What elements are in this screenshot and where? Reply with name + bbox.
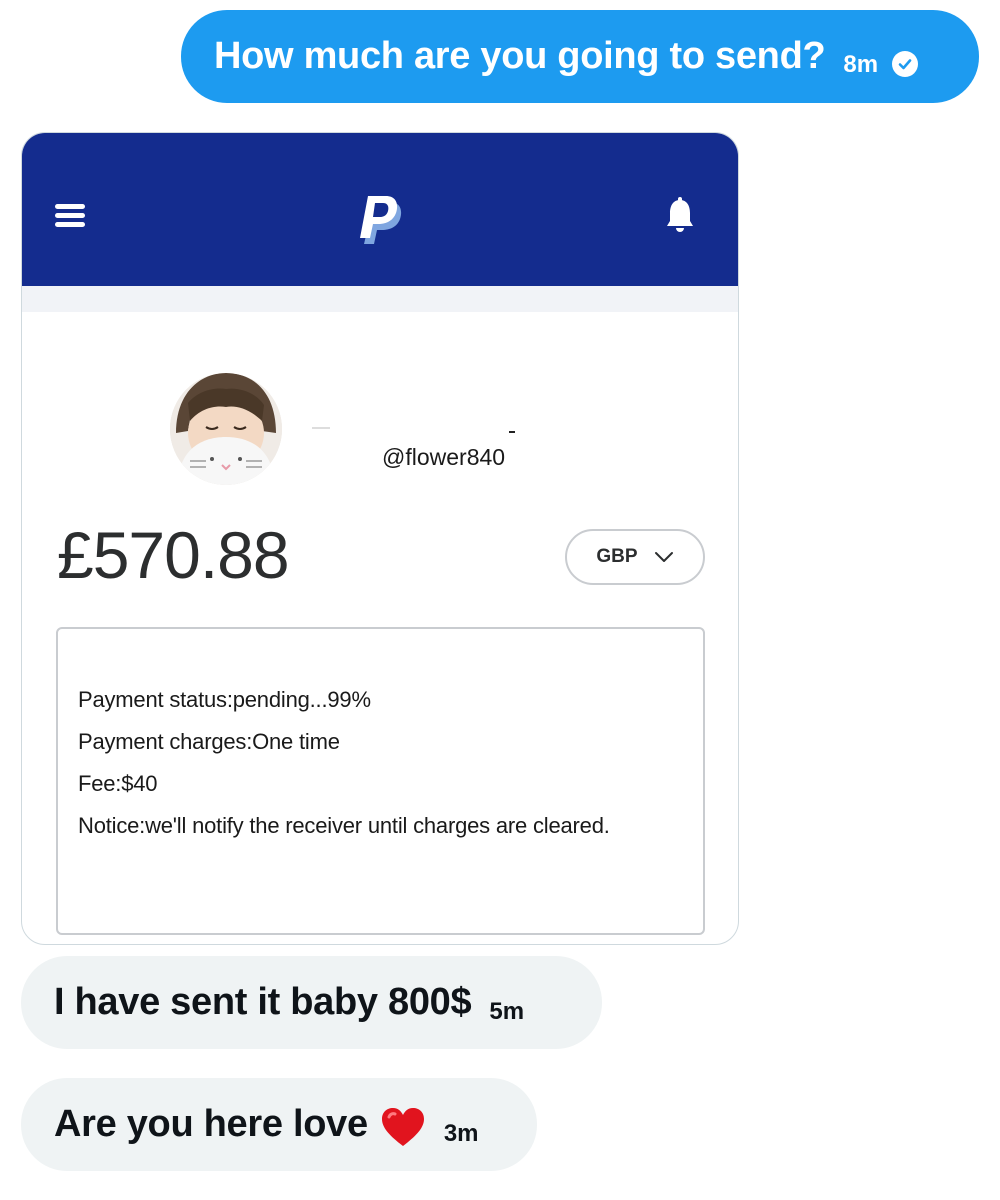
status-line: Payment charges:One time bbox=[78, 729, 340, 754]
header-divider bbox=[22, 286, 738, 312]
currency-code: GBP bbox=[596, 546, 638, 567]
payment-amount: £570.88 bbox=[57, 518, 290, 592]
message-time: 3m bbox=[443, 1119, 479, 1147]
heart-icon bbox=[381, 1107, 424, 1146]
payment-status-box: Payment status:pending...99% Payment cha… bbox=[56, 627, 705, 935]
currency-selector[interactable]: GBP bbox=[565, 529, 705, 585]
paypal-header bbox=[22, 133, 738, 286]
status-line: Payment status:pending...99% bbox=[78, 687, 371, 712]
paypal-logo bbox=[360, 196, 402, 244]
message-time: 5m bbox=[489, 997, 525, 1025]
message-text: How much are you going to send? bbox=[214, 35, 826, 77]
recipient-handle: @flower840 bbox=[382, 444, 506, 470]
message-text: I have sent it baby 800$ bbox=[54, 981, 472, 1023]
avatar bbox=[170, 373, 282, 485]
message-time: 8m bbox=[843, 50, 879, 78]
incoming-message[interactable]: I have sent it baby 800$ 5m bbox=[21, 956, 602, 1049]
status-line: Notice:we'll notify the receiver until c… bbox=[78, 813, 610, 838]
outgoing-message[interactable]: How much are you going to send? 8m bbox=[181, 10, 979, 103]
chevron-down-icon bbox=[654, 552, 673, 562]
message-text: Are you here love bbox=[54, 1103, 368, 1145]
bell-icon bbox=[667, 197, 693, 232]
name-placeholder bbox=[312, 427, 330, 429]
dm-conversation: How much are you going to send? 8m @flow… bbox=[0, 0, 1000, 1200]
status-line: Fee:$40 bbox=[78, 771, 158, 796]
menu-icon bbox=[55, 204, 85, 228]
incoming-message[interactable]: Are you here love 3m bbox=[21, 1078, 537, 1171]
payment-screenshot[interactable]: @flower840 £570.88 GBP Payment status:pe… bbox=[21, 132, 739, 945]
sent-check-icon bbox=[892, 50, 919, 77]
name-mark bbox=[509, 431, 515, 433]
